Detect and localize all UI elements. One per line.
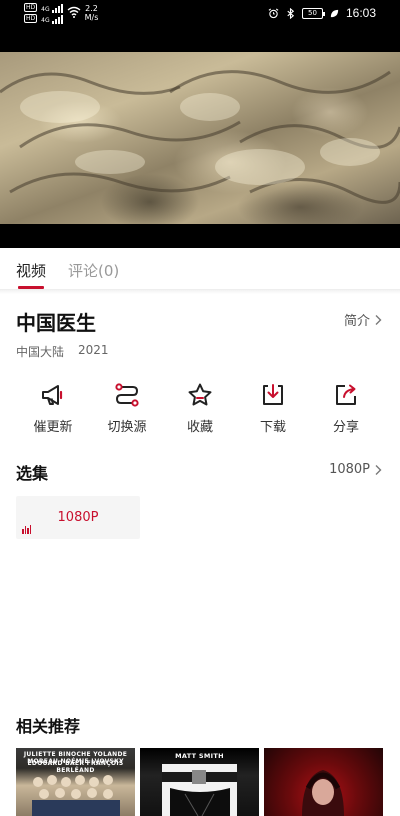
switch-source-button[interactable]: 切换源 [90,382,164,435]
megaphone-icon [42,385,63,405]
divider [0,290,400,294]
episodes-title: 选集 [16,464,49,483]
status-bar: HD HD 4G 4G 2.2 M/s 50 16:03 [0,0,400,28]
share-button[interactable]: 分享 [309,382,383,435]
tab-video[interactable]: 视频 [16,260,46,281]
show-meta: 中国大陆 2021 [16,343,109,360]
hd-indicators: HD HD [24,3,38,23]
leaf-icon [330,9,339,17]
share-icon [336,384,356,405]
download-button[interactable]: 下载 [236,382,310,435]
signal-icon: 4G [41,3,63,13]
switch-source-icon [115,383,139,407]
network-speed: 2.2 M/s [85,4,99,22]
tab-comments[interactable]: 评论(0) [68,260,119,281]
show-title: 中国医生 [16,311,96,335]
chevron-right-icon [375,464,382,475]
video-frame[interactable] [0,52,400,224]
speed-value: 2.2 [85,4,98,13]
content-tabs: 视频 评论(0) [0,248,400,290]
status-right: 50 16:03 [268,6,376,20]
request-update-button[interactable]: 催更新 [16,382,90,435]
signal-indicators: 4G 4G [41,3,63,24]
intro-button[interactable]: 简介 [344,310,382,329]
intro-label: 简介 [343,314,370,329]
active-tab-indicator [18,286,44,289]
download-icon [263,384,283,405]
episode-item[interactable]: 1080P [16,496,140,539]
recommendation-list: JULIETTE BINOCHE YOLANDE MOREAU NOÉMIE L… [16,748,400,816]
poster-image [302,770,344,816]
star-icon [188,383,212,406]
quality-selector[interactable]: 1080P [329,462,382,477]
switch-source-label: 切换源 [107,420,147,435]
show-region: 中国大陆 [16,345,65,359]
video-scene [0,70,400,204]
action-bar: 催更新 切换源 收藏 下载 分享 [0,382,400,438]
alarm-icon [268,7,279,18]
show-year: 2021 [78,343,109,357]
recommendation-poster[interactable] [264,748,383,816]
wifi-icon [67,6,81,18]
now-playing-icon [22,525,31,534]
favorite-label: 收藏 [186,420,213,435]
status-left: HD HD 4G 4G 2.2 M/s [24,3,98,24]
share-label: 分享 [332,420,359,435]
download-label: 下载 [259,420,286,435]
video-player[interactable] [0,28,400,248]
signal-icon: 4G [41,14,63,24]
battery-level: 50 [308,8,317,17]
request-update-label: 催更新 [33,420,73,435]
clock: 16:03 [345,6,376,20]
bluetooth-icon [287,7,295,19]
hd-badge-1: HD [24,3,38,12]
recommendations-title: 相关推荐 [16,717,81,736]
chevron-right-icon [375,314,382,325]
speed-unit: M/s [84,13,99,22]
network-type-1: 4G [41,6,50,13]
quality-label: 1080P [329,462,370,477]
recommendation-poster[interactable]: MATT SMITH [140,748,259,816]
network-type-2: 4G [41,17,50,24]
episode-label: 1080P [57,510,99,525]
poster-image [32,775,120,816]
battery-icon: 50 [301,7,325,19]
favorite-button[interactable]: 收藏 [163,382,237,435]
hd-badge-2: HD [24,14,38,23]
recommendation-poster[interactable]: JULIETTE BINOCHE YOLANDE MOREAU NOÉMIE L… [16,748,135,816]
poster-image [162,764,237,816]
